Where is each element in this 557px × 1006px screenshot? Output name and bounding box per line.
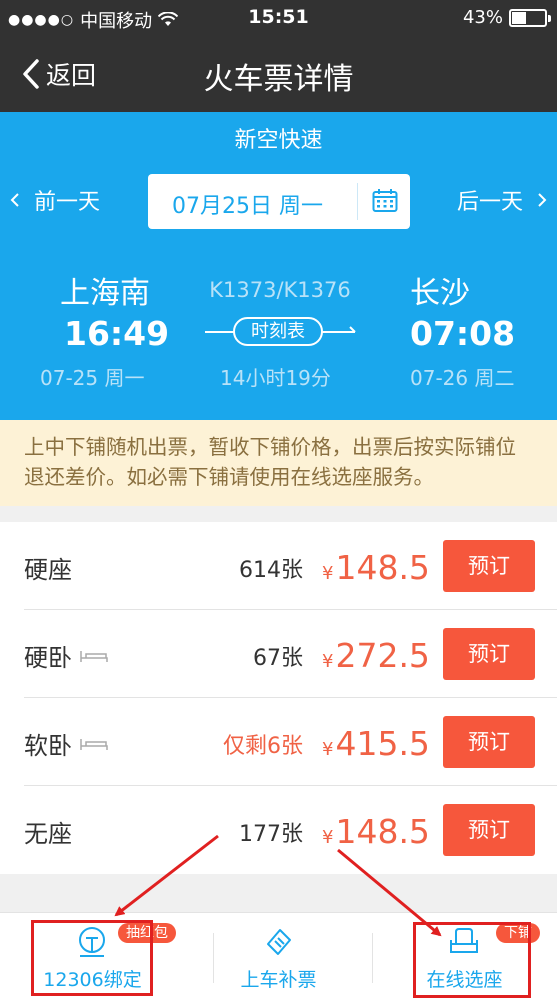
seat-price: ¥ 148.5 — [322, 812, 430, 851]
currency-symbol: ¥ — [322, 651, 334, 672]
seat-price: ¥ 148.5 — [322, 548, 430, 587]
status-bar: ●●●●○ 中国移动 15:51 43% — [0, 0, 557, 36]
price-amount: 415.5 — [335, 724, 430, 763]
seat-price: ¥ 272.5 — [322, 636, 430, 675]
tab-label: 上车补票 — [240, 969, 317, 991]
bed-icon — [80, 738, 108, 750]
seat-count: 仅剩6张 — [223, 734, 303, 759]
section-gap — [0, 506, 557, 522]
seat-type: 硬卧 — [24, 638, 108, 673]
chevron-right-icon — [538, 193, 547, 207]
book-button[interactable]: 预订 — [443, 716, 535, 768]
seat-count: 614张 — [239, 558, 303, 583]
seat-row: 无座 177张 ¥ 148.5 预订 — [24, 786, 557, 874]
train-header: 新空快速 前一天 07月25日 周一 后一天 上海南 K1373/K1376 长… — [0, 112, 557, 420]
ticket-icon — [267, 929, 291, 955]
date-divider — [357, 183, 358, 220]
tab-ticket-supplement[interactable]: 上车补票 — [186, 913, 371, 1006]
seat-row: 硬座 614张 ¥ 148.5 预订 — [24, 522, 557, 610]
departure-date: 07-25 周一 — [40, 366, 145, 390]
prev-day-label: 前一天 — [34, 190, 101, 215]
arrival-date: 07-26 周二 — [410, 366, 515, 390]
battery-icon — [509, 8, 551, 27]
arrival-time: 07:08 — [410, 314, 516, 353]
seat-price: ¥ 415.5 — [322, 724, 430, 763]
currency-symbol: ¥ — [322, 827, 334, 848]
seat-list: 硬座 614张 ¥ 148.5 预订 硬卧 67张 ¥ 272.5 预订 软卧 … — [0, 522, 557, 874]
battery-percent: 43% — [462, 7, 503, 28]
seat-type: 软卧 — [24, 726, 108, 761]
page-title: 火车票详情 — [203, 62, 354, 97]
schedule-button[interactable]: 时刻表 — [205, 317, 356, 347]
next-day-button[interactable]: 后一天 — [457, 184, 547, 216]
chevron-left-icon — [10, 193, 19, 207]
seat-count: 67张 — [253, 646, 303, 671]
seat-type: 硬座 — [24, 556, 72, 584]
seat-count: 177张 — [239, 822, 303, 847]
berth-notice: 上中下铺随机出票，暂收下铺价格，出票后按实际铺位退还差价。如必需下铺请使用在线选… — [0, 420, 557, 506]
annotation-box-seat-selection — [413, 922, 531, 998]
train-type: 新空快速 — [234, 128, 323, 153]
seat-row: 软卧 仅剩6张 ¥ 415.5 预订 — [24, 698, 557, 786]
calendar-icon[interactable] — [372, 188, 398, 213]
price-amount: 148.5 — [335, 548, 430, 587]
seat-type: 无座 — [24, 820, 72, 848]
next-day-label: 后一天 — [456, 190, 523, 215]
annotation-box-12306 — [31, 920, 153, 996]
arrow-right-icon — [345, 326, 356, 333]
book-button[interactable]: 预订 — [443, 804, 535, 856]
seat-row: 硬卧 67张 ¥ 272.5 预订 — [24, 610, 557, 698]
travel-duration: 14小时19分 — [220, 366, 331, 390]
book-button[interactable]: 预订 — [443, 628, 535, 680]
schedule-line-left — [205, 331, 235, 333]
currency-symbol: ¥ — [322, 739, 334, 760]
bed-icon — [80, 650, 108, 662]
price-amount: 272.5 — [335, 636, 430, 675]
train-number: K1373/K1376 — [209, 278, 351, 302]
navigation-bar: 返回 火车票详情 — [0, 36, 557, 112]
book-button[interactable]: 预订 — [443, 540, 535, 592]
selected-date: 07月25日 周一 — [172, 194, 323, 219]
prev-day-button[interactable]: 前一天 — [10, 184, 100, 216]
currency-symbol: ¥ — [322, 563, 334, 584]
departure-station: 上海南 — [60, 276, 150, 311]
departure-time: 16:49 — [64, 314, 170, 353]
schedule-label: 时刻表 — [233, 317, 323, 346]
date-picker[interactable]: 07月25日 周一 — [148, 174, 410, 229]
arrival-station: 长沙 — [410, 276, 470, 311]
price-amount: 148.5 — [335, 812, 430, 851]
